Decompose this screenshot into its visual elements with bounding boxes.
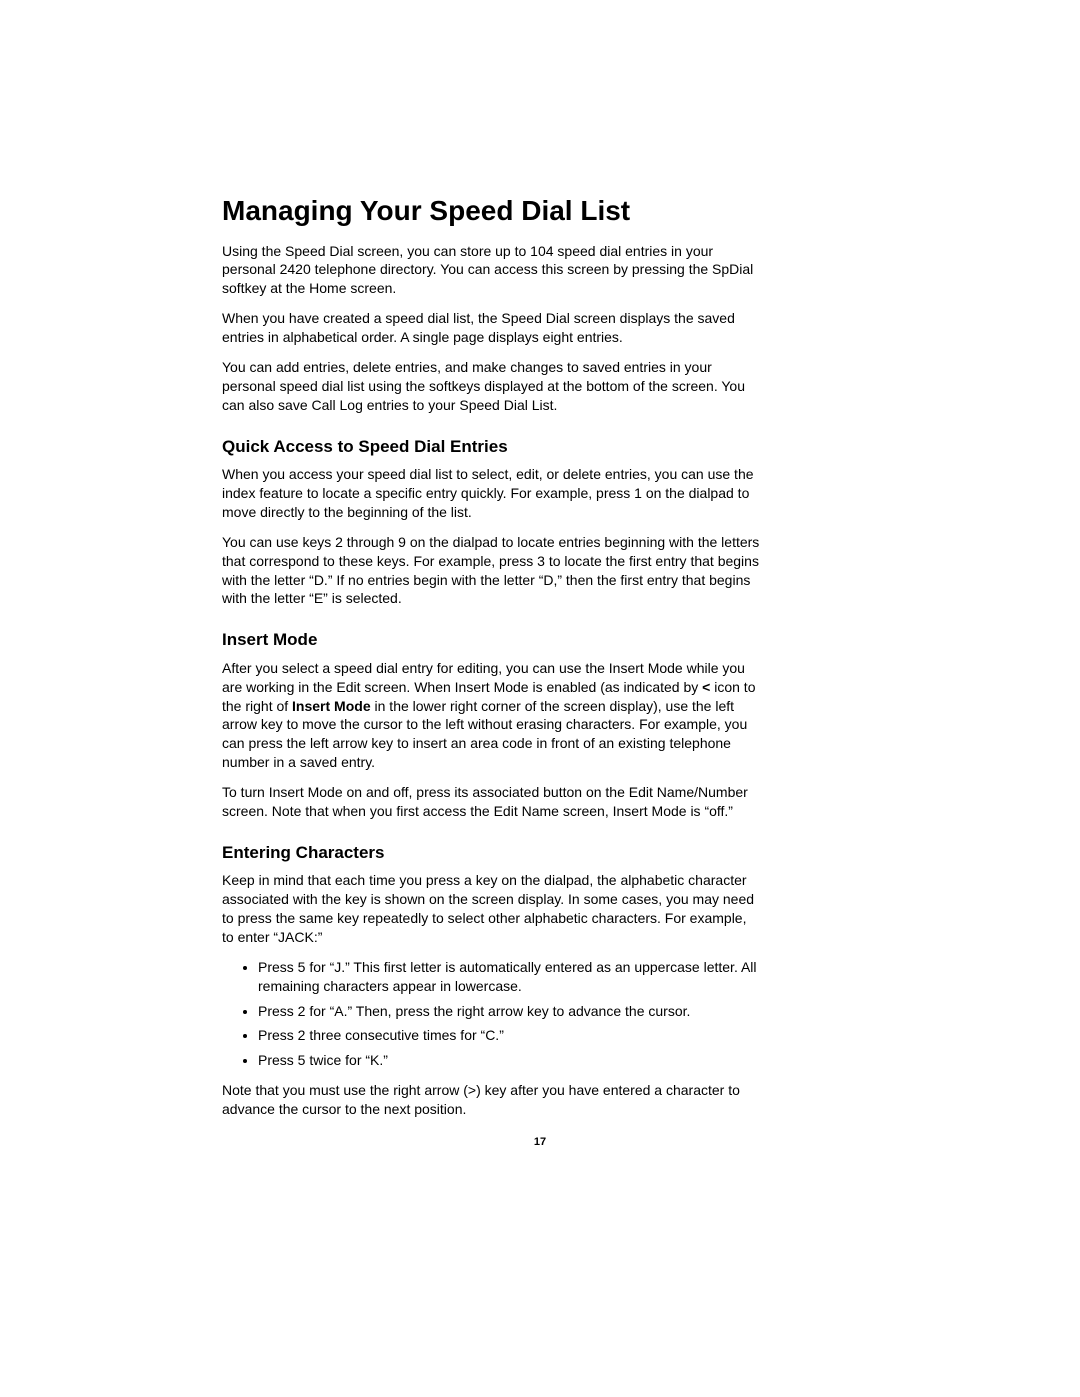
page-title: Managing Your Speed Dial List <box>222 194 762 228</box>
intro-paragraph-1: Using the Speed Dial screen, you can sto… <box>222 242 762 299</box>
list-item: Press 5 twice for “K.” <box>258 1051 762 1070</box>
list-item: Press 2 for “A.” Then, press the right a… <box>258 1002 762 1021</box>
entering-characters-paragraph-1: Keep in mind that each time you press a … <box>222 871 762 947</box>
page-content: Managing Your Speed Dial List Using the … <box>222 194 762 1130</box>
list-item: Press 5 for “J.” This first letter is au… <box>258 958 762 996</box>
intro-paragraph-2: When you have created a speed dial list,… <box>222 309 762 347</box>
quick-access-heading: Quick Access to Speed Dial Entries <box>222 437 762 457</box>
intro-paragraph-3: You can add entries, delete entries, and… <box>222 358 762 415</box>
quick-access-paragraph-2: You can use keys 2 through 9 on the dial… <box>222 533 762 609</box>
entering-characters-heading: Entering Characters <box>222 843 762 863</box>
quick-access-paragraph-1: When you access your speed dial list to … <box>222 465 762 522</box>
insert-mode-heading: Insert Mode <box>222 630 762 650</box>
insert-mode-paragraph-1: After you select a speed dial entry for … <box>222 659 762 772</box>
insert-mode-paragraph-2: To turn Insert Mode on and off, press it… <box>222 783 762 821</box>
insert-mode-bold-label: Insert Mode <box>292 698 371 714</box>
list-item: Press 2 three consecutive times for “C.” <box>258 1026 762 1045</box>
entering-characters-list: Press 5 for “J.” This first letter is au… <box>222 958 762 1070</box>
body-text: After you select a speed dial entry for … <box>222 660 745 695</box>
entering-characters-paragraph-2: Note that you must use the right arrow (… <box>222 1081 762 1119</box>
page-number: 17 <box>0 1136 1080 1148</box>
